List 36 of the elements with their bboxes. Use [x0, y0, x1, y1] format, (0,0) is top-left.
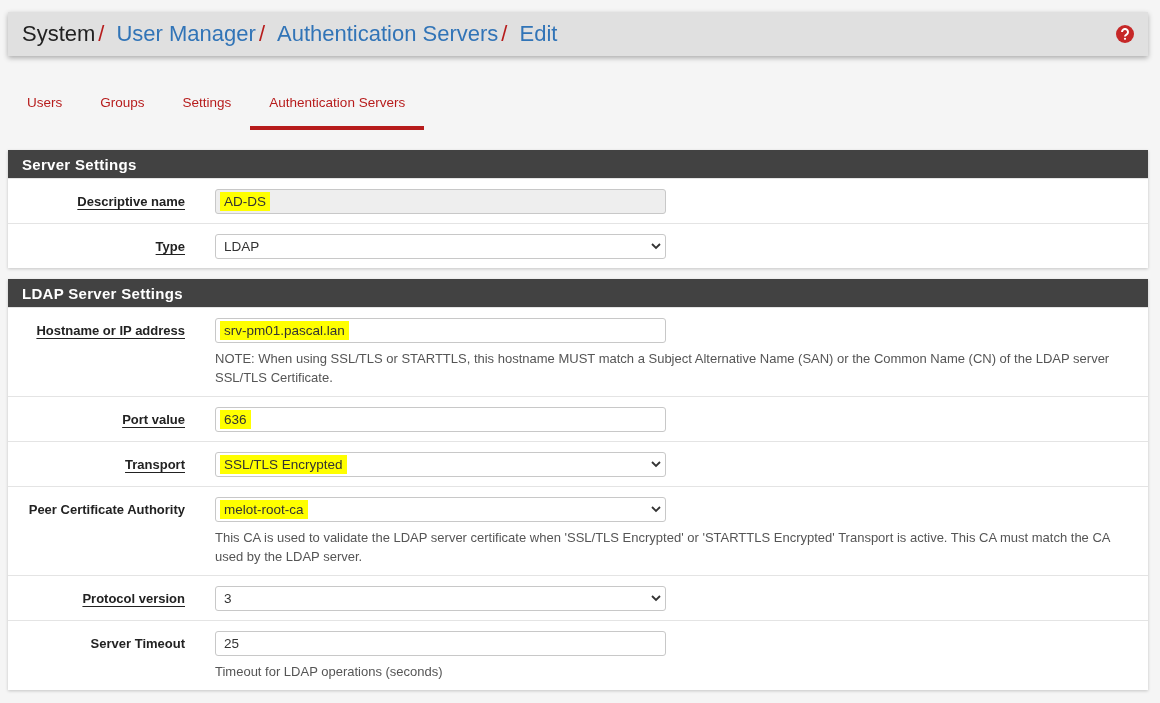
chevron-down-icon [651, 461, 661, 468]
field-label: Server Timeout [90, 636, 185, 651]
select-field[interactable]: LDAP [215, 234, 666, 259]
field-label: Peer Certificate Authority [28, 502, 185, 517]
field-label: Transport [125, 457, 185, 472]
breadcrumb-separator: / [98, 21, 105, 47]
help-text: NOTE: When using SSL/TLS or STARTTLS, this hostname MUST match a Subject Alternative Name (SAN) or the Common Name (CN) of the LDAP server SSL/TLS Certificate. [215, 350, 1111, 387]
tab[interactable]: Users [8, 82, 82, 130]
field-label: Descriptive name [77, 194, 185, 209]
input-field[interactable]: srv-pm01.pascal.lan [215, 318, 666, 343]
field-label: Port value [122, 412, 185, 427]
breadcrumb-separator: / [258, 21, 265, 47]
chevron-down-icon [651, 595, 661, 602]
select-field[interactable]: SSL/TLS Encrypted [215, 452, 666, 477]
field-label: Hostname or IP address [36, 323, 185, 338]
chevron-down-icon [651, 506, 661, 513]
input-field[interactable]: 636 [215, 407, 666, 432]
tab[interactable]: Groups [81, 82, 164, 130]
panel-title: Server Settings [8, 150, 1148, 178]
select-field[interactable]: 3 [215, 586, 666, 611]
breadcrumb-link[interactable]: User Manager [116, 21, 256, 47]
breadcrumb-separator: / [501, 21, 508, 47]
breadcrumb-text: System [22, 21, 96, 47]
chevron-down-icon [651, 243, 661, 250]
tab[interactable]: Settings [163, 82, 251, 130]
panel-title: LDAP Server Settings [8, 279, 1148, 307]
input-field[interactable]: 25 [215, 631, 666, 656]
select-field[interactable]: melot-root-ca [215, 497, 666, 522]
breadcrumb-link[interactable]: Authentication Servers [277, 21, 499, 47]
help-text: This CA is used to validate the LDAP server certificate when 'SSL/TLS Encrypted' or 'STARTTLS Encrypted' Transport is active. This CA must match the CA used by the LDAP server. [215, 529, 1112, 566]
help-text: Timeout for LDAP operations (seconds) [215, 663, 444, 681]
field-label: Protocol version [82, 591, 185, 606]
help-icon[interactable] [1116, 25, 1134, 43]
breadcrumb-link[interactable]: Edit [519, 21, 558, 47]
tab[interactable]: Authentication Servers [250, 82, 425, 130]
field-label: Type [155, 239, 185, 254]
